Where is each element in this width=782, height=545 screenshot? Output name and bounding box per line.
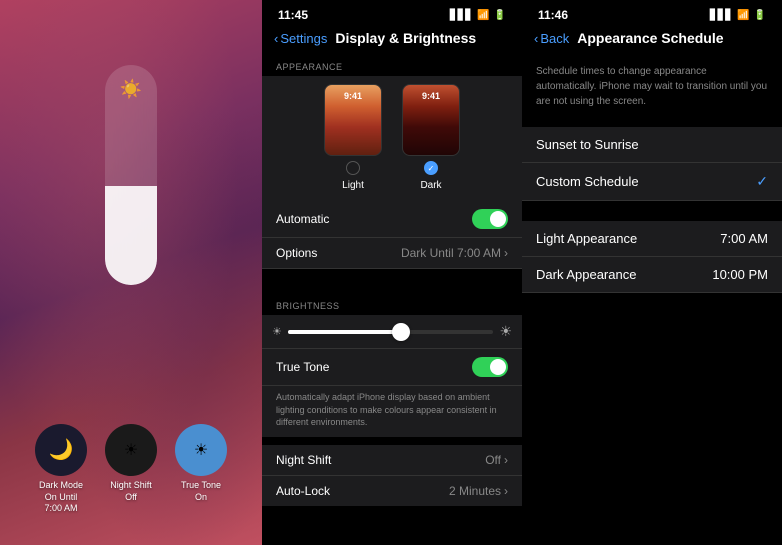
options-chevron-icon: › xyxy=(504,246,508,260)
auto-lock-label: Auto-Lock xyxy=(276,484,330,498)
back-chevron-icon: ‹ xyxy=(274,31,278,46)
signal-icon-3: ▋▋▋ xyxy=(710,10,733,21)
light-appearance-label: Light Appearance xyxy=(536,231,637,246)
dark-mode-icon: 🌙 xyxy=(35,424,87,476)
quick-controls: 🌙 Dark ModeOn Until7:00 AM ☀ Night Shift… xyxy=(0,424,262,515)
custom-schedule-label: Custom Schedule xyxy=(536,174,639,189)
appearance-selector: 9:41 Light 9:41 ✓ Dark xyxy=(262,76,522,201)
sun-small-icon: ☀ xyxy=(272,325,282,338)
auto-lock-value: 2 Minutes › xyxy=(449,484,508,498)
true-tone-description: Automatically adapt iPhone display based… xyxy=(262,386,522,437)
night-shift-value: Off › xyxy=(485,453,508,467)
section-divider-2 xyxy=(262,437,522,445)
checkmark-icon: ✓ xyxy=(756,173,768,190)
status-icons: ▋▋▋ 📶 🔋 xyxy=(450,10,506,21)
night-shift-icon: ☀ xyxy=(105,424,157,476)
automatic-toggle[interactable] xyxy=(472,209,508,229)
battery-icon: 🔋 xyxy=(494,10,506,21)
dark-theme-option[interactable]: 9:41 ✓ Dark xyxy=(402,84,460,191)
status-bar-3: 11:46 ▋▋▋ 📶 🔋 xyxy=(522,0,782,26)
dark-preview-time: 9:41 xyxy=(403,91,459,101)
light-theme-label: Light xyxy=(342,180,364,191)
options-label: Options xyxy=(276,246,317,260)
back-button[interactable]: ‹ Settings xyxy=(274,31,327,46)
true-tone-row[interactable]: True Tone xyxy=(262,349,522,386)
options-value: Dark Until 7:00 AM › xyxy=(401,246,508,260)
sun-large-icon: ☀ xyxy=(499,323,512,340)
spacer xyxy=(522,119,782,127)
dark-theme-radio[interactable]: ✓ xyxy=(424,161,438,175)
brightness-track[interactable] xyxy=(288,330,494,334)
nav-title-3: Appearance Schedule xyxy=(577,30,723,46)
true-tone-toggle[interactable] xyxy=(472,357,508,377)
back-label-3: Back xyxy=(540,31,569,46)
dark-appearance-label: Dark Appearance xyxy=(536,267,636,282)
spacer-2 xyxy=(522,201,782,221)
schedule-description: Schedule times to change appearance auto… xyxy=(522,54,782,119)
brightness-row: ☀ ☀ xyxy=(262,315,522,349)
light-appearance-time: 7:00 AM xyxy=(720,231,768,246)
brightness-section-header: BRIGHTNESS xyxy=(262,293,522,315)
sunset-sunrise-label: Sunset to Sunrise xyxy=(536,137,639,152)
dark-theme-preview: 9:41 xyxy=(402,84,460,156)
true-tone-label: True Tone xyxy=(276,360,329,374)
night-shift-button[interactable]: ☀ Night ShiftOff xyxy=(105,424,157,515)
auto-lock-chevron-icon: › xyxy=(504,484,508,498)
status-bar: 11:45 ▋▋▋ 📶 🔋 xyxy=(262,0,522,26)
auto-lock-value-text: 2 Minutes xyxy=(449,484,501,498)
dark-appearance-row[interactable]: Dark Appearance 10:00 PM xyxy=(522,257,782,293)
true-tone-button[interactable]: ☀ True ToneOn xyxy=(175,424,227,515)
night-shift-label: Night ShiftOff xyxy=(110,480,152,503)
options-value-text: Dark Until 7:00 AM xyxy=(401,246,501,260)
back-chevron-icon-3: ‹ xyxy=(534,31,538,46)
wifi-icon: 📶 xyxy=(477,10,489,21)
wifi-icon-3: 📶 xyxy=(737,10,749,21)
true-tone-label: True ToneOn xyxy=(181,480,221,503)
automatic-label: Automatic xyxy=(276,212,329,226)
dark-mode-label: Dark ModeOn Until7:00 AM xyxy=(39,480,83,515)
automatic-row[interactable]: Automatic xyxy=(262,201,522,238)
display-brightness-panel: 11:45 ▋▋▋ 📶 🔋 ‹ Settings Display & Brigh… xyxy=(262,0,522,545)
light-appearance-row[interactable]: Light Appearance 7:00 AM xyxy=(522,221,782,257)
light-theme-preview: 9:41 xyxy=(324,84,382,156)
nav-bar-3: ‹ Back Appearance Schedule xyxy=(522,26,782,54)
brightness-icon: ☀️ xyxy=(120,79,142,100)
auto-lock-row[interactable]: Auto-Lock 2 Minutes › xyxy=(262,476,522,506)
light-theme-option[interactable]: 9:41 Light xyxy=(324,84,382,191)
battery-icon-3: 🔋 xyxy=(754,10,766,21)
light-theme-radio[interactable] xyxy=(346,161,360,175)
night-shift-label: Night Shift xyxy=(276,453,331,467)
status-icons-3: ▋▋▋ 📶 🔋 xyxy=(710,10,766,21)
night-shift-value-text: Off xyxy=(485,453,501,467)
control-center-panel: ☀️ 🌙 Dark ModeOn Until7:00 AM ☀ Night Sh… xyxy=(0,0,262,545)
custom-schedule-option[interactable]: Custom Schedule ✓ xyxy=(522,163,782,201)
sunset-to-sunrise-option[interactable]: Sunset to Sunrise xyxy=(522,127,782,163)
appearance-schedule-panel: 11:46 ▋▋▋ 📶 🔋 ‹ Back Appearance Schedule… xyxy=(522,0,782,545)
status-time: 11:45 xyxy=(278,8,308,22)
light-preview-time: 9:41 xyxy=(325,91,381,101)
dark-appearance-time: 10:00 PM xyxy=(712,267,768,282)
night-shift-row[interactable]: Night Shift Off › xyxy=(262,445,522,476)
brightness-slider[interactable]: ☀️ xyxy=(105,65,157,285)
signal-icon: ▋▋▋ xyxy=(450,10,473,21)
options-row[interactable]: Options Dark Until 7:00 AM › xyxy=(262,238,522,269)
nav-title: Display & Brightness xyxy=(335,30,476,46)
nav-bar: ‹ Settings Display & Brightness xyxy=(262,26,522,54)
dark-mode-button[interactable]: 🌙 Dark ModeOn Until7:00 AM xyxy=(35,424,87,515)
appearance-section-header: APPEARANCE xyxy=(262,54,522,76)
status-time-3: 11:46 xyxy=(538,8,568,22)
dark-theme-label: Dark xyxy=(420,180,441,191)
brightness-fill xyxy=(288,330,401,334)
brightness-thumb[interactable] xyxy=(392,323,410,341)
back-label: Settings xyxy=(280,31,327,46)
section-divider xyxy=(262,269,522,293)
back-button-3[interactable]: ‹ Back xyxy=(534,31,569,46)
night-shift-chevron-icon: › xyxy=(504,453,508,467)
true-tone-icon: ☀ xyxy=(175,424,227,476)
